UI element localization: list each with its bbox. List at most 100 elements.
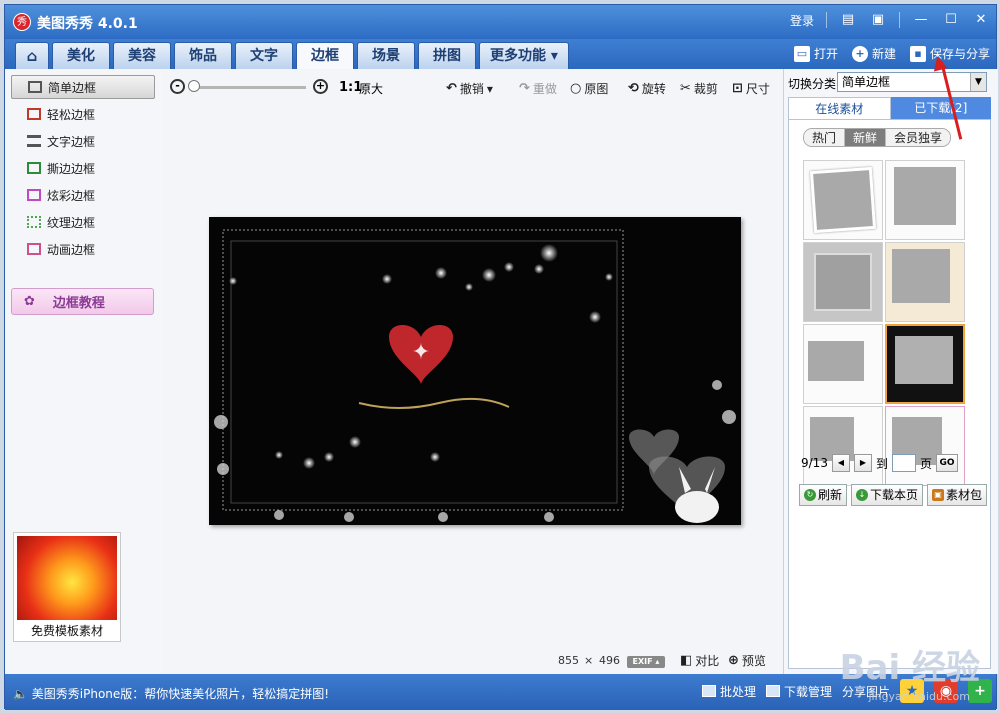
- maximize-icon[interactable]: ☐: [942, 11, 960, 29]
- tab-downloaded[interactable]: 已下载[2]: [890, 97, 991, 119]
- close-icon[interactable]: ✕: [972, 11, 990, 29]
- subtab-fresh[interactable]: 新鲜: [845, 129, 887, 146]
- plus-icon: +: [851, 45, 868, 62]
- frame-thumbnail[interactable]: [803, 160, 883, 240]
- tab-text[interactable]: 文字: [235, 42, 293, 69]
- menu-item-easy-frame[interactable]: 轻松边框: [11, 102, 155, 126]
- tab-scene[interactable]: 场景: [357, 42, 415, 69]
- original-image-button[interactable]: ○ 原图: [570, 80, 608, 97]
- compare-button[interactable]: ◧ 对比: [680, 652, 719, 669]
- tab-home[interactable]: ⌂: [15, 42, 49, 69]
- title-bar: 秀 美图秀秀 4.0.1 登录 ▤ ▣ — ☐ ✕: [5, 5, 996, 39]
- menu-item-colorful-frame[interactable]: 炫彩边框: [11, 183, 155, 207]
- redo-label: 重做: [532, 82, 557, 96]
- menu-item-animated-frame[interactable]: 动画边框: [11, 237, 155, 261]
- frame-category-panel: 简单边框 轻松边框 文字边框 撕边边框 炫彩边框 纹理边框 动画边框 ✿ 边框教程…: [5, 69, 162, 674]
- chevron-down-icon[interactable]: ▾: [487, 82, 493, 96]
- editor-toolbar: - + 1:1 原大 ↶ 撤销 ▾ ↷ 重做 ○ 原图 ⟲ 旋转 ✂ 裁剪 ⊡ 尺寸: [162, 75, 783, 99]
- pagination: 9/13 ◀ ▶ 到 页 GO: [801, 454, 958, 472]
- menu-item-text-frame[interactable]: 文字边框: [11, 129, 155, 153]
- preview-button[interactable]: ⊕ 预览: [728, 652, 766, 669]
- open-button[interactable]: ▭ 打开: [793, 45, 838, 62]
- download-manager-button[interactable]: 下载管理: [765, 683, 832, 700]
- paw-icon: ✿: [24, 294, 35, 309]
- chevron-up-icon: ▴: [655, 657, 660, 666]
- frame-thumbnail-selected[interactable]: [885, 324, 965, 404]
- frame-thumbnail[interactable]: [885, 242, 965, 322]
- tab-accessories[interactable]: 饰品: [174, 42, 232, 69]
- undo-button[interactable]: ↶ 撤销 ▾: [446, 80, 493, 97]
- resize-icon: ⊡: [732, 81, 743, 96]
- tab-collage[interactable]: 拼图: [418, 42, 476, 69]
- template-image: [17, 536, 117, 620]
- tab-frame[interactable]: 边框: [296, 42, 354, 69]
- download-manager-label: 下载管理: [783, 684, 832, 699]
- compare-label: 对比: [695, 654, 720, 668]
- minimize-icon[interactable]: —: [912, 11, 930, 29]
- menu-item-torn-frame[interactable]: 撕边边框: [11, 156, 155, 180]
- free-template-banner[interactable]: 免费模板素材: [13, 532, 121, 642]
- tab-online-materials[interactable]: 在线素材: [788, 97, 891, 119]
- template-label: 免费模板素材: [30, 624, 103, 638]
- download-page-button[interactable]: ↓ 下载本页: [851, 484, 924, 506]
- tab-beauty[interactable]: 美容: [113, 42, 171, 69]
- material-panel: 切换分类 简单边框 ▼ 在线素材 已下载[2] 热门 新鲜 会员独享 9/13 …: [783, 69, 998, 674]
- app-window: 秀 美图秀秀 4.0.1 登录 ▤ ▣ — ☐ ✕ ⌂ 美化 美容 饰品 文字 …: [4, 4, 998, 710]
- easy-frame-icon: [27, 108, 41, 120]
- menu-item-texture-frame[interactable]: 纹理边框: [11, 210, 155, 234]
- menu-item-label: 文字边框: [47, 134, 96, 149]
- frame-thumbnail[interactable]: [885, 160, 965, 240]
- zoom-slider-track[interactable]: [190, 86, 306, 89]
- tab-beautify[interactable]: 美化: [52, 42, 110, 69]
- app-logo-icon: 秀: [13, 13, 31, 31]
- tab-more-features[interactable]: 更多功能 ▾: [479, 42, 569, 69]
- batch-process-button[interactable]: 批处理: [701, 683, 756, 700]
- frame-thumbnail[interactable]: [803, 242, 883, 322]
- status-text: 美图秀秀iPhone版：帮你快速美化照片，轻松搞定拼图!: [31, 687, 330, 701]
- zoom-in-icon[interactable]: +: [313, 79, 328, 94]
- prev-page-button[interactable]: ◀: [831, 454, 850, 472]
- editor-canvas-area: - + 1:1 原大 ↶ 撤销 ▾ ↷ 重做 ○ 原图 ⟲ 旋转 ✂ 裁剪 ⊡ 尺寸: [162, 69, 783, 674]
- app-title: 美图秀秀 4.0.1: [37, 16, 138, 32]
- menu-item-label: 简单边框: [48, 80, 97, 95]
- status-message[interactable]: 🔈 美图秀秀iPhone版：帮你快速美化照片，轻松搞定拼图!: [13, 685, 329, 702]
- go-button[interactable]: GO: [935, 454, 958, 472]
- svg-text:✦: ✦: [412, 340, 430, 365]
- image-width: 855: [558, 654, 579, 667]
- circle-icon: ○: [570, 81, 582, 96]
- resize-button[interactable]: ⊡ 尺寸: [732, 80, 770, 97]
- refresh-label: 刷新: [818, 488, 843, 502]
- rotate-button[interactable]: ⟲ 旋转: [628, 80, 666, 97]
- redo-button[interactable]: ↷ 重做: [519, 80, 557, 97]
- zoom-out-icon[interactable]: -: [170, 79, 185, 94]
- switch-category-label: 切换分类: [788, 77, 837, 91]
- original-size-button[interactable]: 原大: [359, 80, 383, 97]
- menu-item-simple-frame[interactable]: 简单边框: [11, 75, 155, 99]
- file-actions: ▭ 打开 + 新建 ▪ 保存与分享: [793, 45, 990, 62]
- exif-button[interactable]: EXIF ▴: [627, 656, 665, 668]
- skin-icon[interactable]: ▣: [869, 11, 887, 29]
- redo-icon: ↷: [519, 81, 530, 96]
- frame-thumbnail[interactable]: [803, 324, 883, 404]
- zoom-slider-handle[interactable]: [188, 80, 200, 92]
- frame-thumbnail[interactable]: [803, 406, 883, 486]
- save-share-button[interactable]: ▪ 保存与分享: [909, 45, 990, 62]
- frame-thumbnail[interactable]: [885, 406, 965, 486]
- torn-frame-icon: [27, 162, 41, 174]
- open-label: 打开: [813, 47, 838, 61]
- image-height: 496: [599, 654, 620, 667]
- download-page-label: 下载本页: [870, 488, 919, 502]
- page-number-input[interactable]: [891, 454, 916, 472]
- category-select[interactable]: 简单边框 ▼: [837, 72, 987, 92]
- refresh-button[interactable]: ↻ 刷新: [799, 484, 848, 506]
- material-pack-button[interactable]: ▣ 素材包: [927, 484, 988, 506]
- new-button[interactable]: + 新建: [851, 45, 896, 62]
- message-icon[interactable]: ▤: [839, 11, 857, 29]
- frame-tutorial-button[interactable]: ✿ 边框教程: [11, 288, 154, 315]
- subtab-hot[interactable]: 热门: [804, 129, 846, 146]
- subtab-vip[interactable]: 会员独享: [886, 129, 951, 146]
- next-page-button[interactable]: ▶: [853, 454, 872, 472]
- crop-button[interactable]: ✂ 裁剪: [680, 80, 718, 97]
- photo-canvas[interactable]: ✦: [209, 217, 741, 525]
- login-link[interactable]: 登录: [790, 12, 814, 29]
